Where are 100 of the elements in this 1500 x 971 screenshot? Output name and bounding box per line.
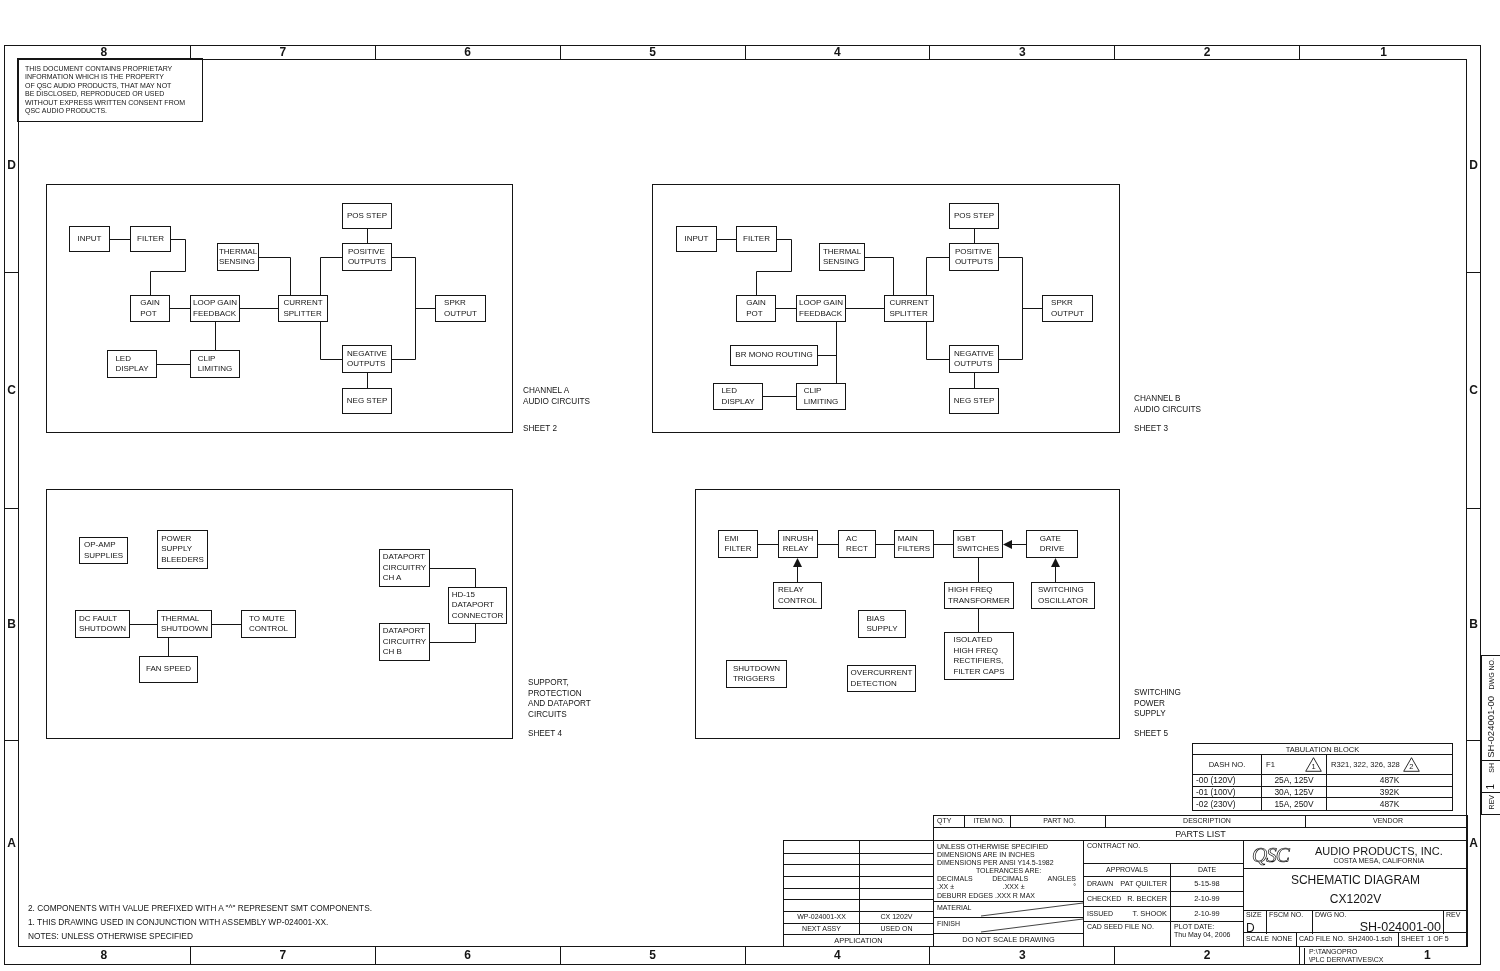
connector-line [756,239,792,296]
table-cell: -01 (100V) [1193,786,1261,798]
function-block: FAN SPEED [139,656,198,683]
panel-caption: SUPPORT, PROTECTION AND DATAPORT CIRCUITS [528,678,591,721]
function-block: GAIN POT [736,295,776,322]
connector-line [367,228,368,244]
zone-label: 1 [1380,47,1387,58]
function-block: SHUTDOWN TRIGGERS [726,660,787,688]
drawing-title: SCHEMATIC DIAGRAM [1290,873,1421,887]
connector-line [211,624,242,625]
function-block: BR MONO ROUTING [730,345,818,366]
function-block: TO MUTE CONTROL [241,610,296,638]
sheet-size: D [1246,922,1255,935]
connector-line [320,321,343,360]
zone-label: 3 [1018,950,1026,961]
connector-line [716,239,737,240]
function-block: CURRENT SPLITTER [278,295,328,322]
function-block: POS STEP [949,203,999,229]
function-block: NEG STEP [949,388,999,414]
zone-label: C [1469,385,1478,396]
table-cell: 30A, 125V [1261,786,1326,798]
zone-label: 7 [279,950,287,961]
table-cell: 487K [1326,775,1452,787]
zone-label: 8 [100,950,108,961]
function-block: HIGH FREQ TRANSFORMER [944,582,1014,609]
model-number: CX1202V [1329,892,1382,906]
zone-label: 1 [1423,950,1431,961]
function-block: OVERCURRENT DETECTION [847,665,916,692]
function-block: LOOP GAIN FEEDBACK [190,295,240,322]
function-block: NEG STEP [342,388,392,414]
connector-line [150,239,186,296]
connector-line [258,257,291,296]
function-block: POWER SUPPLY BLEEDERS [157,530,208,569]
sheet-reference: SHEET 3 [1134,424,1168,435]
function-block: DATAPORT CIRCUITRY CH B [379,623,430,661]
table-cell: 15A, 250V [1261,798,1326,810]
function-block: CURRENT SPLITTER [884,295,934,322]
connector-line [156,364,191,365]
zone-label: B [7,618,16,630]
function-block: LOOP GAIN FEEDBACK [796,295,846,322]
table-cell: 392K [1326,786,1452,798]
connector-line [864,257,894,296]
connector-line [168,637,169,657]
connector-line [926,321,950,360]
function-block: FILTER [130,226,171,252]
connector-line [978,557,979,583]
connector-line [974,372,975,389]
function-block: THERMAL SENSING [819,243,865,271]
function-block: POSITIVE OUTPUTS [342,243,392,271]
note-text: 2. COMPONENTS WITH VALUE PREFIXED WITH A "^" REPRESENT SMT COMPONENTS. [28,903,372,914]
function-block: HD-15 DATAPORT CONNECTOR [448,587,507,624]
drawing-number: SH-024001-00 [1486,696,1496,758]
function-block: MAIN FILTERS [894,530,934,558]
panel-caption: CHANNEL B AUDIO CIRCUITS [1134,394,1201,416]
connector-line [109,239,131,240]
function-block: LED DISPLAY [713,383,763,410]
connector-line [429,623,476,643]
function-block: CLIP LIMITING [796,383,846,410]
connector-line [875,544,895,545]
function-block: SWITCHING OSCILLATOR [1031,582,1095,609]
connector-line [845,308,885,309]
zone-label: D [7,160,16,171]
function-block: SPKR OUTPUT [435,295,486,322]
function-block: POSITIVE OUTPUTS [949,243,999,271]
sheet-reference: SHEET 2 [523,424,557,435]
function-block: AC RECT [838,530,876,558]
function-block: NEGATIVE OUTPUTS [949,345,999,373]
function-block: CLIP LIMITING [190,350,240,378]
zone-label: 4 [834,950,841,961]
function-block: GAIN POT [130,295,170,322]
zone-label: B [1469,618,1478,630]
connector-line [757,544,779,545]
connector-line [775,308,797,309]
sheet-reference: SHEET 4 [528,729,562,740]
connector-line [215,321,216,351]
parts-list-title: PARTS LIST [1175,828,1226,840]
function-block: EMI FILTER [718,530,758,558]
panel-caption: SWITCHING POWER SUPPLY [1134,688,1181,720]
zone-label: A [1469,838,1478,850]
table-cell: 25A, 125V [1261,775,1326,787]
drawing-number: SH-024001-00 [1359,921,1441,935]
zone-label: 7 [279,47,287,58]
connector-line [169,308,191,309]
zone-label: C [7,385,16,396]
zone-label: 5 [649,950,656,961]
function-block: LED DISPLAY [107,350,157,378]
function-block: ISOLATED HIGH FREQ RECTIFIERS, FILTER CAPS [944,632,1014,680]
zone-label: 6 [464,47,472,58]
note-text: 1. THIS DRAWING USED IN CONJUNCTION WITH ASSEMBLY WP-024001-XX. [28,917,330,928]
sheet-reference: SHEET 5 [1134,729,1168,740]
function-block: IGBT SWITCHES [953,530,1003,558]
zone-label: 3 [1018,47,1026,58]
connector-line [762,396,797,397]
function-block: GATE DRIVE [1026,530,1078,558]
function-block: SPKR OUTPUT [1042,295,1093,322]
function-block: POS STEP [342,203,392,229]
zone-label: 5 [649,47,656,58]
connector-line [239,308,279,309]
table-cell: -00 (120V) [1193,775,1261,787]
function-block: INPUT [676,226,717,252]
